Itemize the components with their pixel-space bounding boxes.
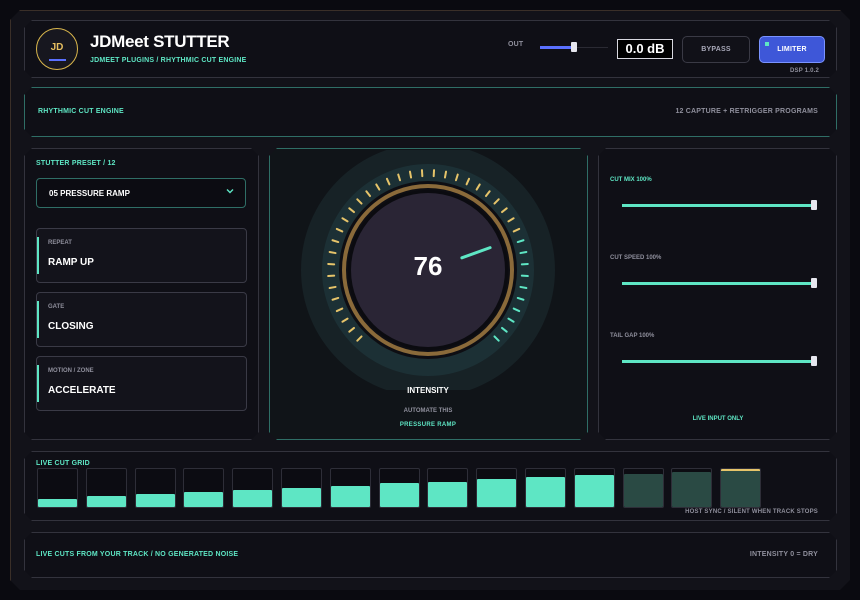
- preset-selected-value: 05 PRESSURE RAMP: [49, 189, 130, 198]
- cut-grid-step-fill: [135, 494, 175, 507]
- param-accent: [37, 237, 39, 274]
- slider-tail-gap[interactable]: [622, 356, 817, 366]
- param-accent: [37, 365, 39, 402]
- slider-label-cut-speed: CUT SPEED 100%: [610, 255, 662, 261]
- version-label: DSP 1.0.2: [790, 68, 820, 74]
- knob-tick: [519, 285, 528, 290]
- knob-title: INTENSITY: [407, 386, 449, 395]
- cut-grid-step[interactable]: [427, 468, 469, 508]
- logo: JD: [36, 28, 78, 70]
- cut-grid-step-fill: [477, 479, 517, 507]
- cut-grid-step-fill: [721, 468, 761, 507]
- param-card-gate[interactable]: GATE CLOSING: [36, 292, 247, 347]
- logo-text: JD: [50, 42, 64, 53]
- cut-grid-step[interactable]: [671, 468, 713, 508]
- knob-automate-hint: AUTOMATE THIS: [403, 408, 453, 414]
- cut-grid-step[interactable]: [232, 468, 274, 508]
- knob-tick: [408, 170, 413, 179]
- slider-fill: [622, 282, 814, 285]
- output-readout: 0.0 dB: [617, 39, 673, 59]
- preset-label: STUTTER PRESET / 12: [36, 160, 116, 167]
- cut-grid-step-fill: [184, 491, 224, 507]
- slider-handle[interactable]: [811, 356, 817, 366]
- knob-value: 76: [413, 251, 443, 281]
- output-slider-track: [574, 47, 608, 48]
- param-label: GATE: [48, 304, 65, 310]
- host-sync-label: HOST SYNC / SILENT WHEN TRACK STOPS: [685, 509, 818, 515]
- knob-tick: [443, 170, 448, 179]
- slider-label-tail-gap: TAIL GAP 100%: [610, 333, 655, 339]
- param-label: MOTION / ZONE: [48, 368, 94, 374]
- cut-grid-step[interactable]: [183, 468, 225, 508]
- cut-grid-step[interactable]: [622, 468, 664, 508]
- cut-grid-step[interactable]: [476, 468, 518, 508]
- slider-cut-mix[interactable]: [622, 200, 817, 210]
- footer-right-label: INTENSITY 0 = DRY: [749, 551, 818, 558]
- slider-handle[interactable]: [811, 278, 817, 288]
- cut-grid-step-fill: [574, 474, 614, 507]
- chevron-down-icon: [226, 189, 234, 194]
- cut-grid-step[interactable]: [525, 468, 566, 508]
- slider-label-cut-mix: CUT MIX 100%: [610, 177, 652, 183]
- output-slider[interactable]: [540, 42, 608, 52]
- cut-grid-step-fill: [38, 498, 77, 507]
- cut-grid-step-fill: [623, 473, 663, 507]
- param-accent: [37, 301, 39, 338]
- logo-underline: [49, 59, 66, 61]
- programs-label: 12 CAPTURE + RETRIGGER PROGRAMS: [675, 108, 818, 115]
- app-title: JDMeet STUTTER: [90, 32, 230, 51]
- output-slider-handle[interactable]: [571, 42, 577, 52]
- bypass-button[interactable]: BYPASS: [682, 36, 750, 63]
- cut-grid-step-fill: [379, 483, 419, 507]
- param-label: REPEAT: [48, 240, 72, 246]
- knob-tick: [519, 250, 528, 255]
- slider-cut-speed[interactable]: [622, 278, 817, 288]
- sliders-panel: [598, 148, 837, 440]
- param-card-motion[interactable]: MOTION / ZONE ACCELERATE: [36, 356, 247, 411]
- cut-grid-step-fill: [672, 472, 712, 507]
- cut-grid-step-fill: [526, 476, 565, 507]
- cut-grid-step[interactable]: [281, 468, 322, 508]
- limiter-led-icon: [765, 42, 769, 46]
- footer-left-label: LIVE CUTS FROM YOUR TRACK / NO GENERATED…: [36, 551, 239, 558]
- cut-grid-step-fill: [233, 489, 273, 507]
- param-value: CLOSING: [48, 321, 94, 332]
- cut-grid-step-fill: [86, 496, 126, 507]
- cut-grid-step[interactable]: [720, 468, 762, 508]
- limiter-button[interactable]: LIMITER: [759, 36, 825, 63]
- output-slider-fill: [540, 46, 574, 49]
- slider-fill: [622, 360, 814, 363]
- cut-grid-label: LIVE CUT GRID: [36, 460, 90, 467]
- engine-label: RHYTHMIC CUT ENGINE: [38, 108, 124, 115]
- knob-preset-name: PRESSURE RAMP: [399, 422, 457, 428]
- output-label: OUT: [508, 41, 524, 48]
- knob-tick: [328, 250, 337, 255]
- cut-grid-step[interactable]: [134, 468, 176, 508]
- cut-grid-step[interactable]: [37, 468, 78, 508]
- cut-grid-step[interactable]: [573, 468, 615, 508]
- limiter-label: LIMITER: [777, 46, 807, 53]
- cut-grid-step[interactable]: [85, 468, 127, 508]
- cut-grid-step[interactable]: [378, 468, 420, 508]
- slider-handle[interactable]: [811, 200, 817, 210]
- knob-tick: [328, 285, 337, 290]
- app-subtitle: JDmeet PLUGINS / RHYTHMIC CUT ENGINE: [90, 57, 247, 64]
- live-input-only-label: LIVE INPUT ONLY: [692, 416, 744, 422]
- param-value: ACCELERATE: [48, 385, 116, 396]
- cut-grid-step-fill: [330, 485, 370, 507]
- preset-dropdown[interactable]: 05 PRESSURE RAMP: [36, 178, 246, 208]
- slider-fill: [622, 204, 814, 207]
- param-card-repeat[interactable]: REPEAT RAMP UP: [36, 228, 247, 283]
- param-value: RAMP UP: [48, 257, 94, 268]
- cut-grid-step[interactable]: [329, 468, 371, 508]
- cut-grid-step-fill: [428, 481, 468, 507]
- cut-grid-step-fill: [282, 488, 321, 507]
